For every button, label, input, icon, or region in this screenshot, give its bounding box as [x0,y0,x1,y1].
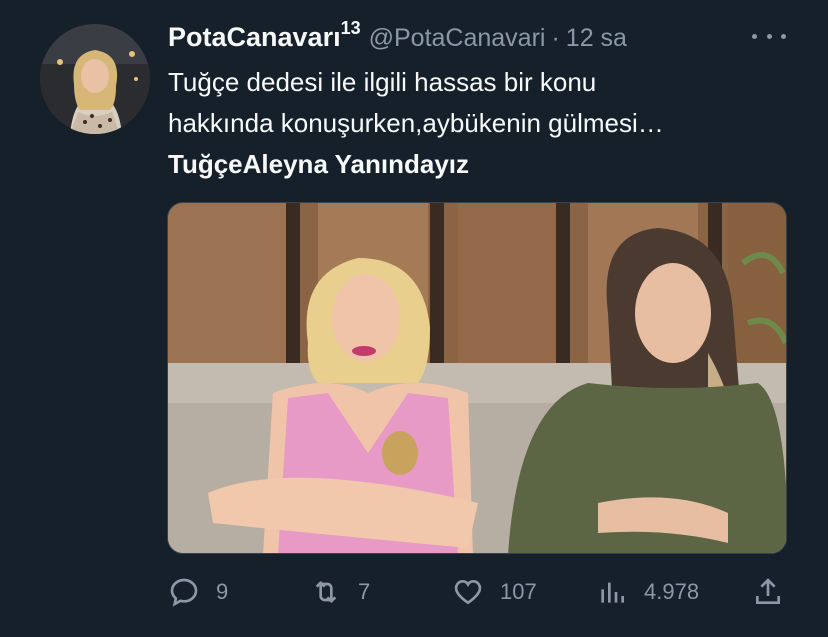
author-avatar[interactable] [40,24,150,134]
views-count: 4.978 [644,579,700,604]
tweet-actions: 9 7 107 4.978 [168,572,788,612]
tweet-header: PotaCanavarı13 @PotaCanavari · 12 sa [168,18,627,56]
share-icon [756,578,780,604]
share-button[interactable] [752,572,784,612]
retweet-button[interactable]: 7 [310,572,370,612]
author-name[interactable]: PotaCanavarı13 [168,18,361,53]
tweet-hashtag-line: TuğçeAleyna Yanındayız [168,149,470,179]
tweet-time[interactable]: 12 sa [566,24,627,53]
author-badge: 13 [340,18,361,38]
like-icon [454,579,482,605]
separator-dot: · [551,24,560,52]
reply-icon [170,578,198,607]
like-button[interactable]: 107 [452,572,537,612]
views-icon [601,582,624,603]
tweet-text-line: Tuğçe dedesi ile ilgili hassas bir konu [168,67,597,97]
reply-count: 9 [216,579,229,604]
author-handle[interactable]: @PotaCanavari [369,24,546,53]
tweet-text: Tuğçe dedesi ile ilgili hassas bir konu … [168,62,798,185]
more-icon[interactable] [752,26,786,46]
views-button[interactable]: 4.978 [596,572,699,612]
retweet-count: 7 [358,579,371,604]
reply-button[interactable]: 9 [168,572,228,612]
like-count: 107 [500,579,537,604]
retweet-icon [315,581,337,603]
tweet-text-line: hakkında konuşurken,aybükenin gülmesi… [168,108,664,138]
tweet-media-image[interactable] [167,202,787,554]
